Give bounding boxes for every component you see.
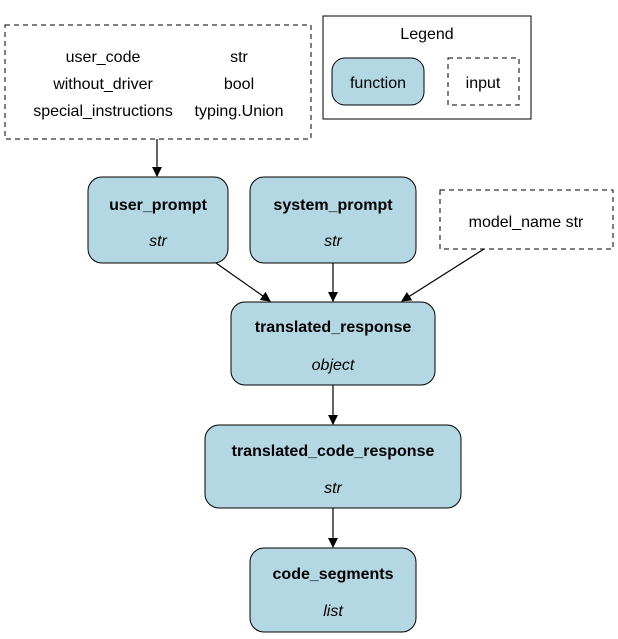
input-name: user_code: [66, 49, 141, 66]
legend-input: input: [466, 75, 501, 92]
node-translated-code-response[interactable]: translated_code_response str: [204, 424, 462, 509]
node-title: translated_response: [255, 319, 412, 336]
node-translated-response[interactable]: translated_response object: [230, 301, 436, 386]
node-title: user_prompt: [109, 197, 207, 214]
input-type: bool: [224, 76, 254, 93]
node-model-name-input[interactable]: model_name str: [439, 189, 614, 250]
model-name-label: model_name str: [469, 214, 584, 231]
node-type: str: [324, 480, 342, 497]
node-type: str: [149, 233, 167, 250]
node-title: code_segments: [273, 566, 394, 583]
edge-model-name-to-translated-response: [401, 248, 485, 302]
legend-title: Legend: [400, 26, 453, 43]
node-type: str: [324, 233, 342, 250]
input-type: typing.Union: [195, 103, 284, 120]
node-type: object: [312, 357, 355, 374]
node-system-prompt[interactable]: system_prompt str: [249, 176, 417, 264]
node-type: list: [323, 603, 343, 620]
node-user-prompt[interactable]: user_prompt str: [87, 176, 229, 264]
input-type: str: [230, 49, 248, 66]
node-code-segments[interactable]: code_segments list: [249, 547, 417, 633]
node-title: system_prompt: [273, 197, 393, 214]
input-name: without_driver: [52, 76, 153, 93]
legend-function: function: [350, 75, 406, 92]
input-name: special_instructions: [33, 103, 173, 120]
edge-user-prompt-to-translated-response: [215, 262, 271, 302]
inputs-node[interactable]: user_code str without_driver bool specia…: [4, 24, 312, 140]
dataflow-diagram: user_code str without_driver bool specia…: [4, 15, 614, 633]
legend: Legend function input: [322, 15, 532, 120]
node-title: translated_code_response: [232, 443, 435, 460]
